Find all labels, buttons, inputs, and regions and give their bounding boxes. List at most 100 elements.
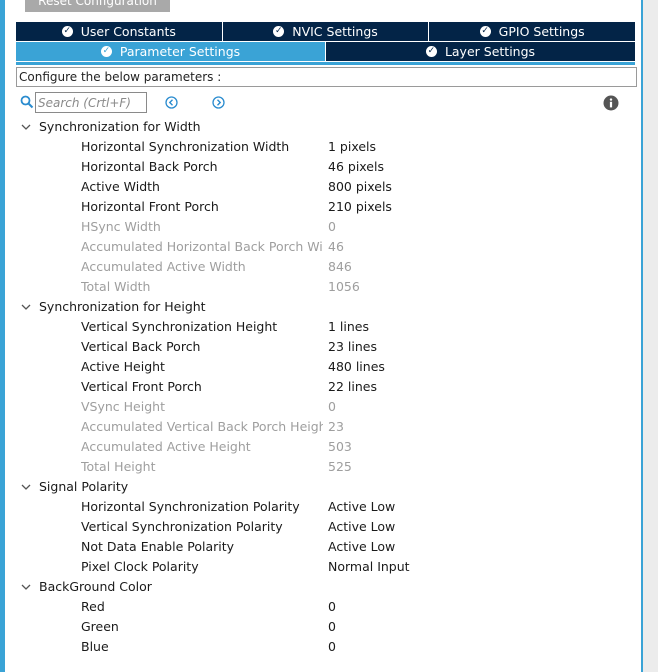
tab-label: GPIO Settings [498,24,585,39]
parameter-row[interactable]: Vertical Front Porch 22 lines [0,377,640,397]
configure-description: Configure the below parameters : [16,67,637,87]
tab-parameter-settings[interactable]: ✓ Parameter Settings [16,42,326,61]
tab-bar-bottom: ✓ Parameter Settings ✓ Layer Settings [16,42,635,61]
parameter-value[interactable]: 0 [328,617,336,637]
parameter-value[interactable]: 0 [328,597,336,617]
parameter-value[interactable]: Active Low [328,497,395,517]
parameter-value[interactable]: 22 lines [328,377,377,397]
parameter-row[interactable]: Active Width 800 pixels [0,177,640,197]
right-panel-gutter [643,0,658,672]
tab-label: NVIC Settings [292,24,378,39]
parameter-name: Total Height [81,459,156,474]
parameter-name: Vertical Synchronization Polarity [81,519,283,534]
next-match-icon[interactable] [212,96,225,109]
tab-user-constants[interactable]: ✓ User Constants [16,22,223,41]
parameter-value[interactable]: 210 pixels [328,197,392,217]
check-circle-icon: ✓ [273,26,285,37]
check-circle-icon: ✓ [61,26,73,37]
parameter-name: Active Width [81,179,160,194]
previous-match-icon[interactable] [165,96,178,109]
parameter-value[interactable]: Normal Input [328,557,410,577]
parameter-value: 1056 [328,279,360,294]
group-header[interactable]: Synchronization for Width [0,117,640,137]
parameter-row[interactable]: Pixel Clock Polarity Normal Input [0,557,640,577]
search-input[interactable] [35,92,147,113]
parameter-row[interactable]: Vertical Synchronization Polarity Active … [0,517,640,537]
tab-layer-settings[interactable]: ✓ Layer Settings [326,42,635,61]
parameter-value: 846 [328,259,352,274]
parameter-name: Horizontal Back Porch [81,159,218,174]
parameter-value: 525 [328,459,352,474]
parameter-name: Pixel Clock Polarity [81,559,199,574]
parameter-value[interactable]: 0 [328,637,336,657]
tab-underline [16,62,635,65]
tab-label: Parameter Settings [119,44,241,59]
parameter-name: Green [81,619,119,634]
parameter-row[interactable]: Horizontal Synchronization Polarity Activ… [0,497,640,517]
parameter-row[interactable]: Vertical Synchronization Height 1 lines [0,317,640,337]
parameter-row: Accumulated Vertical Back Porch Height 23 [0,417,640,437]
parameter-name: Blue [81,639,109,654]
parameter-value[interactable]: 1 pixels [328,137,376,157]
group-label: Synchronization for Height [39,299,206,314]
parameter-value[interactable]: 1 lines [328,317,369,337]
chevron-down-icon[interactable] [20,121,32,133]
info-icon[interactable] [603,95,619,111]
parameter-row[interactable]: Horizontal Synchronization Width 1 pixels [0,137,640,157]
parameter-row[interactable]: Active Height 480 lines [0,357,640,377]
parameter-row[interactable]: Green 0 [0,617,640,637]
parameter-name: Accumulated Horizontal Back Porch Wi... [81,239,323,254]
parameter-value[interactable]: Active Low [328,517,395,537]
chevron-down-icon[interactable] [20,301,32,313]
tab-label: User Constants [80,24,176,39]
parameter-name: Accumulated Active Width [81,259,246,274]
parameter-row: Accumulated Horizontal Back Porch Wi... 4… [0,237,640,257]
parameter-value[interactable]: 23 lines [328,337,377,357]
parameter-value: 23 [328,419,344,434]
tab-gpio-settings[interactable]: ✓ GPIO Settings [429,22,636,41]
parameter-value[interactable]: Active Low [328,537,395,557]
parameter-name: Red [81,599,105,614]
tab-nvic-settings[interactable]: ✓ NVIC Settings [222,22,430,41]
tab-label: Layer Settings [444,44,536,59]
parameter-name: Active Height [81,359,165,374]
group-label: Signal Polarity [39,479,129,494]
parameter-row[interactable]: Vertical Back Porch 23 lines [0,337,640,357]
parameter-name: VSync Height [81,399,165,414]
parameter-name: Horizontal Synchronization Width [81,139,290,154]
parameter-value[interactable]: 800 pixels [328,177,392,197]
parameter-row[interactable]: Red 0 [0,597,640,617]
parameter-name: Vertical Synchronization Height [81,319,278,334]
parameter-name: Not Data Enable Polarity [81,539,235,554]
parameter-row: VSync Height 0 [0,397,640,417]
parameter-value[interactable]: 46 pixels [328,157,384,177]
parameter-value: 503 [328,439,352,454]
check-circle-icon: ✓ [479,26,491,37]
parameter-name: Total Width [81,279,151,294]
parameter-row[interactable]: Horizontal Back Porch 46 pixels [0,157,640,177]
chevron-down-icon[interactable] [20,581,32,593]
parameter-name: HSync Width [81,219,161,234]
parameter-value: 0 [328,219,336,234]
search-icon [20,95,34,109]
parameter-row[interactable]: Horizontal Front Porch 210 pixels [0,197,640,217]
group-header[interactable]: BackGround Color [0,577,640,597]
chevron-down-icon[interactable] [20,481,32,493]
parameter-row[interactable]: Not Data Enable Polarity Active Low [0,537,640,557]
parameter-name: Accumulated Active Height [81,439,251,454]
parameter-value: 0 [328,399,336,414]
group-header[interactable]: Signal Polarity [0,477,640,497]
parameter-row: Accumulated Active Height 503 [0,437,640,457]
group-header[interactable]: Synchronization for Height [0,297,640,317]
reset-configuration-button[interactable]: Reset Configuration [25,0,170,12]
parameter-value[interactable]: 480 lines [328,357,385,377]
parameter-name: Vertical Front Porch [81,379,202,394]
parameter-row: Total Height 525 [0,457,640,477]
tab-bar-top: ✓ User Constants ✓ NVIC Settings ✓ GPIO … [16,22,636,41]
group-label: BackGround Color [39,579,152,594]
parameter-name: Horizontal Synchronization Polarity [81,499,300,514]
parameter-row: Accumulated Active Width 846 [0,257,640,277]
parameter-row[interactable]: Blue 0 [0,637,640,657]
parameter-name: Vertical Back Porch [81,339,201,354]
parameter-row: HSync Width 0 [0,217,640,237]
